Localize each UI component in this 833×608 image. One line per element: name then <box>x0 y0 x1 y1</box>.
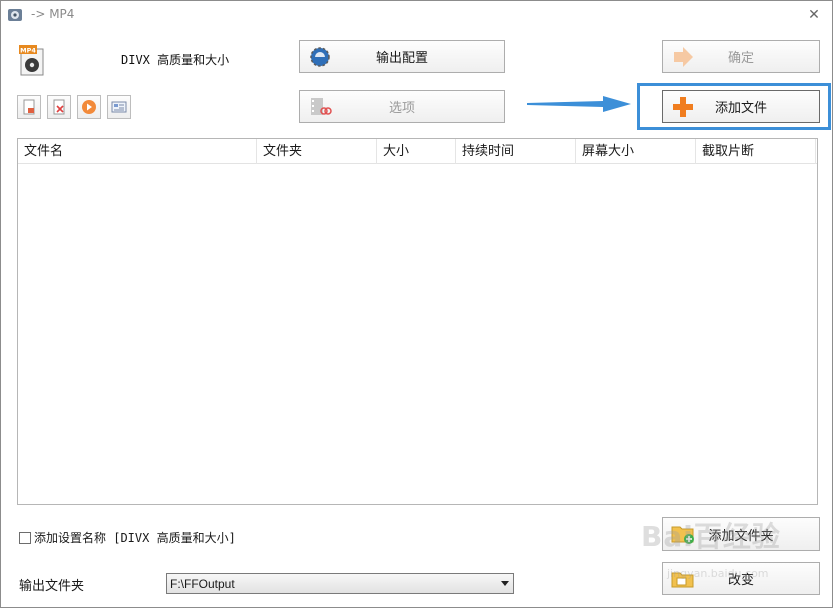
output-folder-select[interactable]: F:\FFOutput <box>166 573 514 594</box>
add-setting-name-option[interactable]: 添加设置名称 [DIVX 高质量和大小] <box>19 529 236 546</box>
remove-file-button[interactable] <box>17 95 41 119</box>
file-list-header: 文件名 文件夹 大小 持续时间 屏幕大小 截取片断 <box>18 139 817 164</box>
pointer-arrow-icon <box>527 96 631 112</box>
play-icon <box>82 100 96 114</box>
close-icon[interactable]: ✕ <box>806 6 822 22</box>
media-info-icon <box>111 101 127 113</box>
title-bar: -> MP4 ✕ <box>1 1 832 29</box>
ok-button[interactable]: 确定 <box>662 40 820 73</box>
change-button[interactable]: 改变 <box>662 562 820 595</box>
svg-text:MP4: MP4 <box>20 46 36 54</box>
clear-list-button[interactable] <box>47 95 71 119</box>
output-config-label: 输出配置 <box>375 51 428 66</box>
options-button[interactable]: 选项 <box>299 90 505 123</box>
output-folder-value: F:\FFOutput <box>170 577 235 591</box>
column-screen-size[interactable]: 屏幕大小 <box>576 139 696 164</box>
output-folder-label: 输出文件夹 <box>19 579 85 594</box>
file-list[interactable]: 文件名 文件夹 大小 持续时间 屏幕大小 截取片断 <box>17 138 818 505</box>
ok-label: 确定 <box>727 51 754 66</box>
chevron-down-icon[interactable] <box>501 581 509 586</box>
column-folder[interactable]: 文件夹 <box>257 139 377 164</box>
add-file-label: 添加文件 <box>714 101 767 116</box>
play-button[interactable] <box>77 95 101 119</box>
add-file-button[interactable]: 添加文件 <box>662 90 820 123</box>
profile-name: DIVX 高质量和大小 <box>121 53 230 67</box>
column-clip[interactable]: 截取片断 <box>696 139 816 164</box>
column-duration[interactable]: 持续时间 <box>456 139 576 164</box>
clear-list-icon <box>53 99 65 115</box>
mp4-file-icon: MP4 <box>17 44 49 76</box>
file-toolbar <box>17 95 131 119</box>
column-size[interactable]: 大小 <box>377 139 456 164</box>
app-icon <box>7 7 23 23</box>
window-title: -> MP4 <box>31 7 75 21</box>
change-label: 改变 <box>727 573 754 588</box>
media-info-button[interactable] <box>107 95 131 119</box>
output-config-button[interactable]: 输出配置 <box>299 40 505 73</box>
options-label: 选项 <box>388 101 415 116</box>
add-setting-name-checkbox[interactable] <box>19 531 31 544</box>
column-filename[interactable]: 文件名 <box>18 139 257 164</box>
main-window: -> MP4 ✕ MP4 DIVX 高质量和大小 输出配置 选项 确定 添加文件… <box>0 0 833 608</box>
remove-file-icon <box>23 99 35 115</box>
add-folder-button[interactable]: 添加文件夹 <box>662 517 820 551</box>
add-setting-name-label: 添加设置名称 [DIVX 高质量和大小] <box>34 531 236 545</box>
add-folder-label: 添加文件夹 <box>708 528 774 544</box>
